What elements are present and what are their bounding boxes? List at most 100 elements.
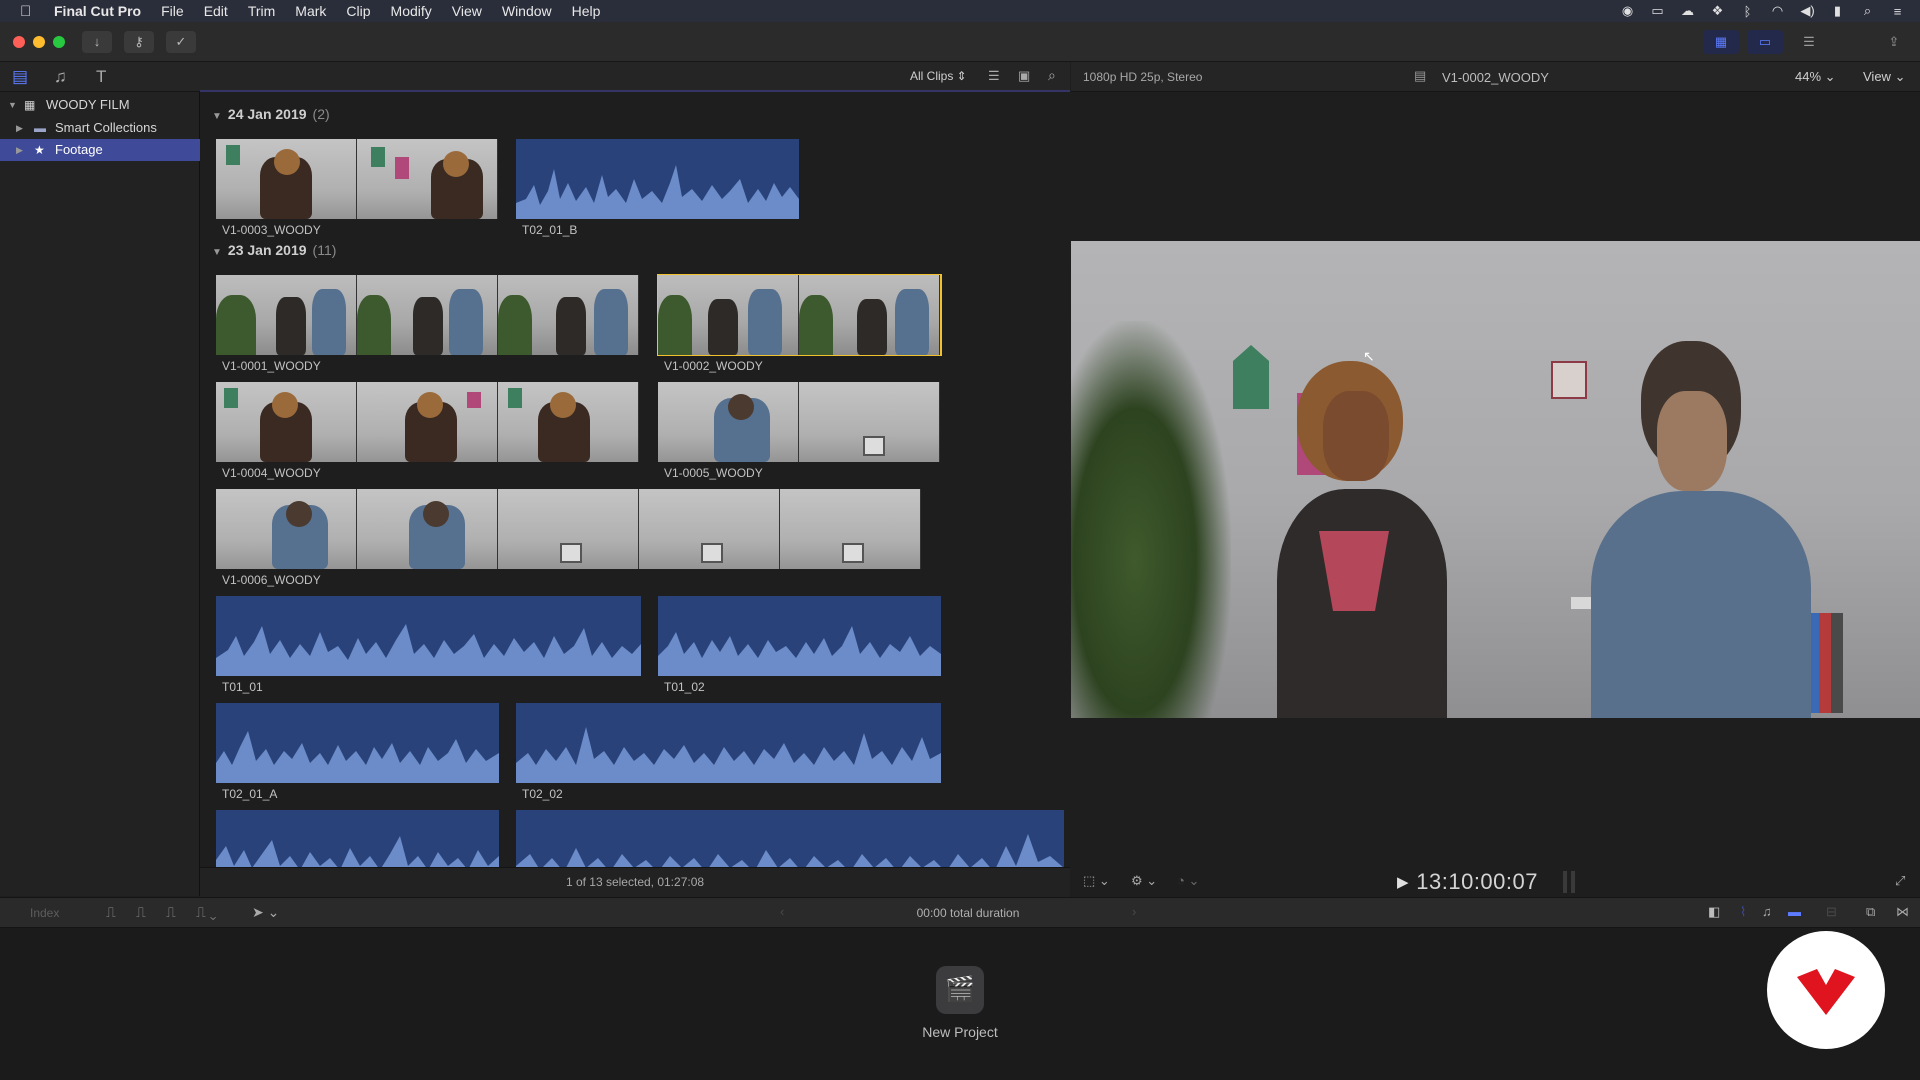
clip-filmstrip[interactable]	[658, 382, 941, 462]
disclosure-triangle-icon[interactable]: ▼	[8, 94, 17, 116]
clip-partial-audio[interactable]	[216, 810, 499, 867]
clip-v1-0005[interactable]: V1-0005_WOODY	[658, 382, 941, 480]
photos-audio-icon[interactable]: ♫	[54, 67, 67, 87]
video-frame[interactable]	[1071, 241, 1920, 718]
sidebar-item-label: Smart Collections	[55, 120, 157, 135]
apple-menu-icon[interactable]: 	[20, 3, 40, 20]
snapping-icon[interactable]: ⊟	[1826, 904, 1837, 920]
spotlight-icon[interactable]: ⌕	[1859, 3, 1876, 19]
search-icon[interactable]: ⌕	[1048, 67, 1056, 84]
clip-v1-0004[interactable]: V1-0004_WOODY	[216, 382, 641, 480]
keywords-button[interactable]: ⚷	[124, 31, 154, 53]
libraries-icon[interactable]: ▤	[12, 67, 28, 87]
date-group-header[interactable]: ▼ 23 Jan 2019 (11)	[212, 242, 336, 258]
index-button[interactable]: Index	[30, 906, 59, 920]
close-window-button[interactable]	[13, 36, 25, 48]
menu-edit[interactable]: Edit	[204, 3, 228, 19]
connect-clip-icon[interactable]: ⎍	[106, 904, 116, 921]
effects-browser-icon[interactable]: ⋈	[1896, 904, 1909, 920]
clip-t02-02[interactable]: T02_02	[516, 703, 941, 801]
zoom-popup[interactable]: 44% ⌄	[1795, 69, 1836, 85]
menu-modify[interactable]: Modify	[391, 3, 432, 19]
bluetooth-icon[interactable]: ᛒ	[1739, 4, 1756, 19]
back-arrow-icon[interactable]: ‹	[780, 904, 784, 919]
dropbox-icon[interactable]: ❖	[1709, 3, 1726, 19]
sidebar-item-smart-collections[interactable]: ▶ ▬ Smart Collections	[0, 117, 200, 139]
clip-partial-audio[interactable]	[516, 810, 1064, 867]
clip-filmstrip[interactable]	[657, 274, 942, 356]
clip-frame	[498, 382, 639, 462]
import-media-button[interactable]: ↓	[82, 31, 112, 53]
clip-t01-01[interactable]: T01_01	[216, 596, 641, 694]
creative-cloud-icon[interactable]: ☁	[1679, 3, 1696, 19]
sidebar-item-footage[interactable]: ▶ ★ Footage	[0, 139, 200, 161]
speed-menu-icon[interactable]: ◔ ⌄	[1177, 873, 1199, 889]
disclosure-triangle-icon[interactable]: ▶	[16, 117, 23, 139]
menu-view[interactable]: View	[452, 3, 482, 19]
filmstrip-view-icon[interactable]: ▣	[1018, 68, 1030, 84]
clip-t01-02[interactable]: T01_02	[658, 596, 941, 694]
disclosure-triangle-icon[interactable]: ▼	[212, 247, 222, 258]
notification-center-icon[interactable]: ≡	[1889, 4, 1906, 19]
clip-filmstrip[interactable]	[216, 489, 923, 569]
display-icon[interactable]: ▭	[1649, 3, 1666, 19]
menu-mark[interactable]: Mark	[295, 3, 326, 19]
audio-waveform[interactable]	[216, 703, 499, 783]
timeline-toggle-button[interactable]: ▭	[1747, 30, 1783, 54]
clip-v1-0001[interactable]: V1-0001_WOODY	[216, 275, 641, 373]
solo-icon[interactable]: ▬	[1788, 904, 1801, 919]
forward-arrow-icon[interactable]: ›	[1132, 904, 1136, 919]
select-tool-icon[interactable]: ➤ ⌄	[252, 904, 279, 921]
titles-generators-icon[interactable]: T	[96, 67, 106, 87]
clip-t02-01-a[interactable]: T02_01_A	[216, 703, 499, 801]
overwrite-clip-icon[interactable]: ⎍ ⌄	[196, 904, 216, 921]
menu-clip[interactable]: Clip	[346, 3, 370, 19]
clip-filmstrip[interactable]	[216, 382, 641, 462]
share-button[interactable]: ⇪	[1876, 30, 1912, 54]
new-project-button[interactable]: 🎬	[936, 966, 984, 1014]
fullscreen-icon[interactable]: ⤢	[1895, 873, 1905, 889]
menu-help[interactable]: Help	[572, 3, 601, 19]
list-view-icon[interactable]: ☰	[988, 68, 1000, 84]
background-tasks-button[interactable]: ✓	[166, 31, 196, 53]
clip-filmstrip[interactable]	[216, 275, 641, 355]
battery-icon[interactable]: ▮	[1829, 3, 1846, 19]
clip-v1-0006[interactable]: V1-0006_WOODY	[216, 489, 923, 587]
menu-window[interactable]: Window	[502, 3, 552, 19]
audio-waveform[interactable]	[216, 810, 499, 867]
zoom-window-button[interactable]	[53, 36, 65, 48]
library-row[interactable]: ▼ ▦ WOODY FILM	[0, 94, 200, 116]
menu-file[interactable]: File	[161, 3, 184, 19]
clip-v1-0003[interactable]: V1-0003_WOODY	[216, 139, 499, 237]
append-clip-icon[interactable]: ⎍	[166, 904, 176, 921]
clip-filmstrip[interactable]	[216, 139, 499, 219]
skimming-icon[interactable]: ⌇	[1740, 904, 1746, 920]
audio-waveform[interactable]	[658, 596, 941, 676]
minimize-window-button[interactable]	[33, 36, 45, 48]
view-options-popup[interactable]: View ⌄	[1863, 69, 1905, 85]
effects-menu-icon[interactable]: ⚙ ⌄	[1131, 873, 1157, 889]
clip-t02-01-b[interactable]: T02_01_B	[516, 139, 799, 237]
clip-v1-0002[interactable]: V1-0002_WOODY	[657, 274, 942, 373]
disclosure-triangle-icon[interactable]: ▶	[16, 139, 23, 161]
inspector-toggle-button[interactable]: ☰	[1791, 30, 1827, 54]
audio-waveform[interactable]	[516, 703, 941, 783]
audio-waveform[interactable]	[216, 596, 641, 676]
menu-trim[interactable]: Trim	[248, 3, 275, 19]
wifi-icon[interactable]: ◠	[1769, 3, 1786, 19]
insert-clip-icon[interactable]: ⎍	[136, 904, 146, 921]
volume-icon[interactable]: ◀)	[1799, 3, 1816, 19]
audio-skimming-icon[interactable]: ♫	[1762, 904, 1772, 919]
clip-appearance-icon[interactable]: ⧉	[1866, 904, 1875, 920]
transform-menu-icon[interactable]: ⬚ ⌄	[1083, 873, 1110, 889]
play-button[interactable]: ▶	[1397, 873, 1409, 891]
disclosure-triangle-icon[interactable]: ▼	[212, 111, 222, 122]
browser-toggle-button[interactable]: ▦	[1703, 30, 1739, 54]
clip-skimming-icon[interactable]: ◧	[1708, 904, 1720, 920]
date-group-header[interactable]: ▼ 24 Jan 2019 (2)	[212, 106, 330, 122]
clip-filter-popup[interactable]: All Clips ⇕	[910, 69, 967, 83]
menu-app-name[interactable]: Final Cut Pro	[54, 3, 141, 19]
audio-waveform[interactable]	[516, 139, 799, 219]
record-icon[interactable]: ◉	[1619, 3, 1636, 19]
audio-waveform[interactable]	[516, 810, 1064, 867]
